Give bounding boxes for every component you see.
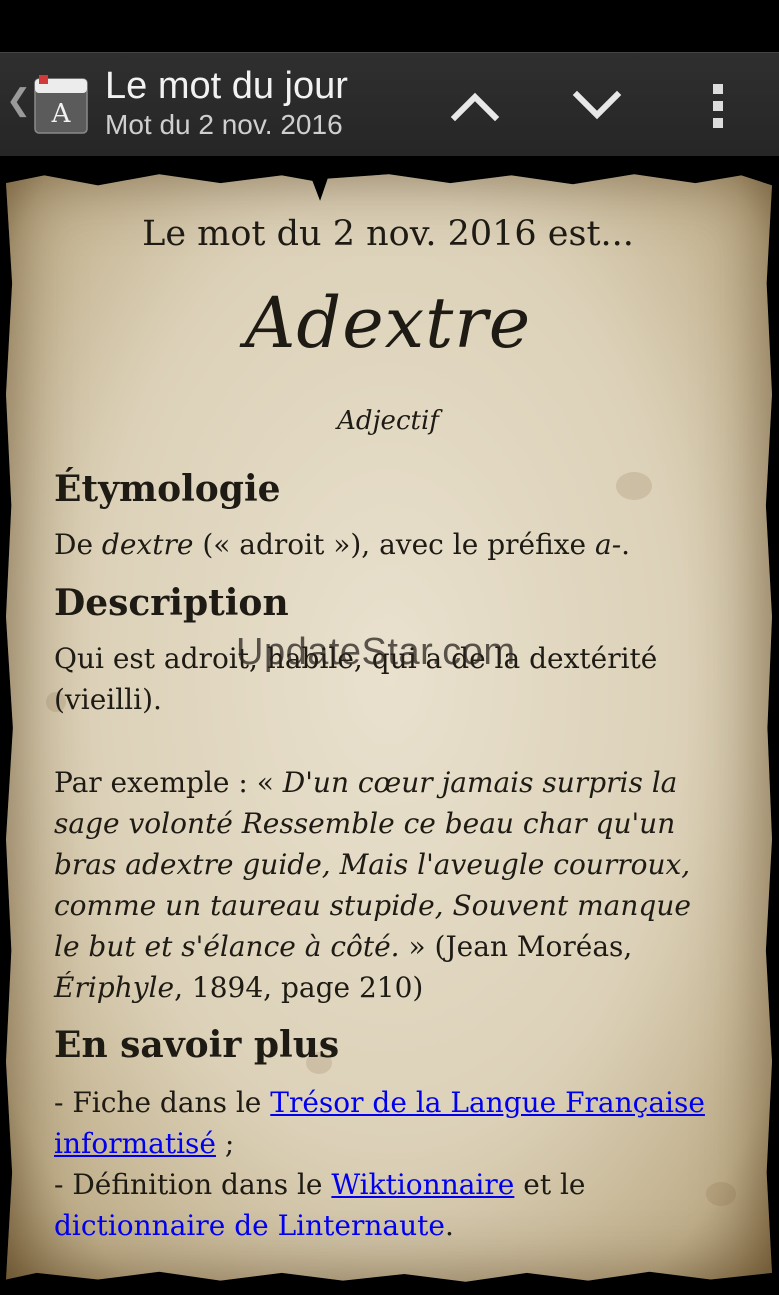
wiktionnaire-link[interactable]: Wiktionnaire — [331, 1168, 514, 1201]
linternaute-link[interactable]: dictionnaire de Linternaute — [54, 1209, 445, 1242]
more-vert-icon — [713, 84, 723, 128]
watermark: UpdateStar.com — [236, 631, 516, 673]
chevron-down-icon — [572, 90, 622, 120]
next-word-button[interactable] — [567, 81, 627, 131]
parchment-background: Le mot du 2 nov. 2016 est... Adextre Adj… — [6, 174, 772, 1282]
back-chevron-icon[interactable]: ❮ — [6, 83, 31, 118]
date-heading: Le mot du 2 nov. 2016 est... — [142, 214, 634, 254]
svg-text:A: A — [51, 99, 72, 129]
chevron-up-icon — [450, 92, 500, 122]
action-bar: ❮ A Le mot du jour Mot du 2 nov. 2016 — [0, 52, 779, 156]
description-heading: Description — [54, 582, 289, 624]
etymology-text: De dextre (« adroit »), avec le préfixe … — [54, 528, 631, 561]
etymology-heading: Étymologie — [54, 468, 281, 510]
more-links: - Fiche dans le Trésor de la Langue Fran… — [54, 1086, 705, 1242]
app-subtitle: Mot du 2 nov. 2016 — [105, 109, 343, 140]
app-title: Le mot du jour — [105, 65, 348, 107]
previous-word-button[interactable] — [445, 81, 505, 131]
overflow-menu-button[interactable] — [700, 81, 736, 131]
app-icon[interactable]: A — [33, 75, 89, 135]
part-of-speech: Adjectif — [337, 406, 439, 436]
example-text: Par exemple : « D'un cœur jamais surpris… — [54, 766, 691, 1004]
more-heading: En savoir plus — [54, 1024, 340, 1066]
status-bar — [0, 0, 779, 52]
word-of-the-day: Adextre — [244, 282, 532, 364]
content-area: Le mot du 2 nov. 2016 est... Adextre Adj… — [0, 156, 779, 1295]
